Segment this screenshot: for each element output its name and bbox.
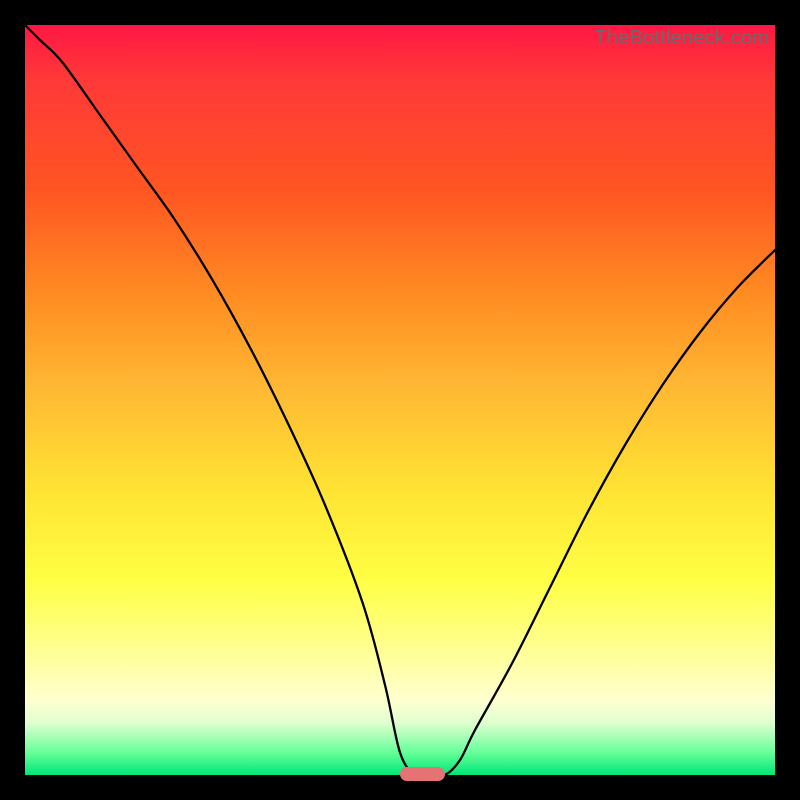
bottleneck-curve (25, 25, 775, 775)
chart-container: TheBottleneck.com (0, 0, 800, 800)
optimal-range-marker (400, 767, 445, 781)
plot-area: TheBottleneck.com (25, 25, 775, 775)
